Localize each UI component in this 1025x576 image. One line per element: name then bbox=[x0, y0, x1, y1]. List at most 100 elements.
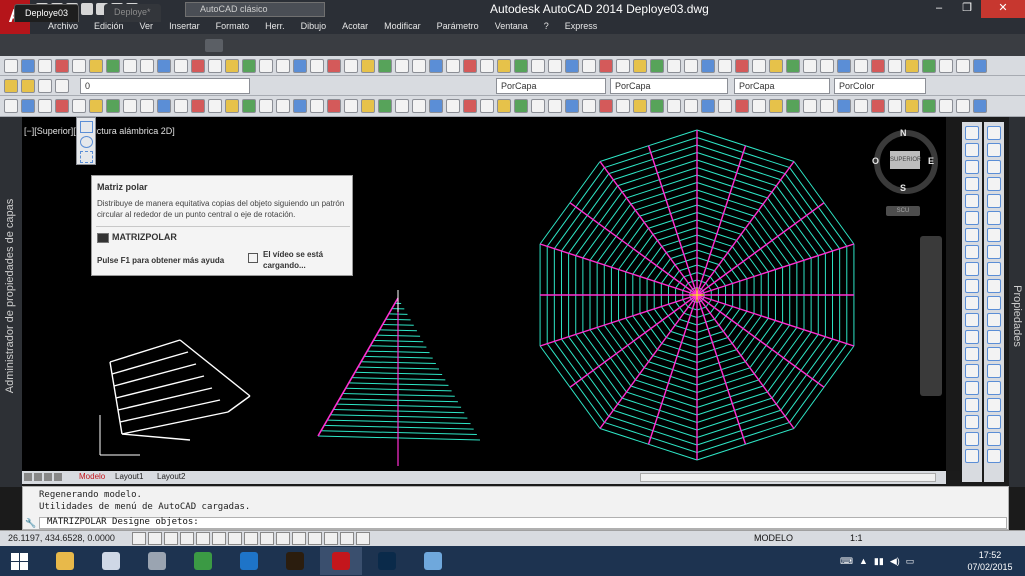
grid-icon[interactable] bbox=[164, 532, 178, 545]
menu-acotar[interactable]: Acotar bbox=[334, 20, 376, 34]
show-hidden-icons-icon[interactable]: ▲ bbox=[859, 556, 868, 566]
standard-tool-icon[interactable] bbox=[650, 59, 664, 73]
standard-tool-icon[interactable] bbox=[412, 59, 426, 73]
standard-tool-icon[interactable] bbox=[55, 59, 69, 73]
infer-constraints-icon[interactable] bbox=[132, 532, 146, 545]
standard-tool-icon[interactable] bbox=[718, 59, 732, 73]
draw-side-tool-icon[interactable] bbox=[987, 143, 1001, 157]
illustrator-icon[interactable] bbox=[274, 547, 316, 575]
draw-tool-icon[interactable] bbox=[803, 99, 817, 113]
draw-side-tool-icon[interactable] bbox=[987, 398, 1001, 412]
notepad-icon[interactable] bbox=[90, 547, 132, 575]
close-icon[interactable]: ✕ bbox=[981, 0, 1025, 18]
draw-tool-icon[interactable] bbox=[327, 99, 341, 113]
draw-side-tool-icon[interactable] bbox=[987, 330, 1001, 344]
snap-icon[interactable] bbox=[148, 532, 162, 545]
modify-side-tool-icon[interactable] bbox=[965, 211, 979, 225]
standard-tool-icon[interactable] bbox=[973, 59, 987, 73]
navigation-bar[interactable] bbox=[920, 236, 942, 396]
standard-tool-icon[interactable] bbox=[752, 59, 766, 73]
windows-start-icon[interactable] bbox=[0, 546, 38, 576]
draw-tool-icon[interactable] bbox=[191, 99, 205, 113]
standard-tool-icon[interactable] bbox=[21, 59, 35, 73]
menu-herr[interactable]: Herr. bbox=[257, 20, 293, 34]
standard-tool-icon[interactable] bbox=[395, 59, 409, 73]
new-tab-button[interactable] bbox=[205, 39, 223, 52]
draw-tool-icon[interactable] bbox=[21, 99, 35, 113]
draw-tool-icon[interactable] bbox=[922, 99, 936, 113]
standard-tool-icon[interactable] bbox=[191, 59, 205, 73]
draw-tool-icon[interactable] bbox=[310, 99, 324, 113]
standard-tool-icon[interactable] bbox=[208, 59, 222, 73]
annotation-monitor-icon[interactable] bbox=[356, 532, 370, 545]
tab-layout2[interactable]: Layout2 bbox=[152, 471, 190, 484]
standard-tool-icon[interactable] bbox=[854, 59, 868, 73]
polar-icon[interactable] bbox=[196, 532, 210, 545]
tab-deploye03[interactable]: Deploye03 bbox=[14, 4, 80, 22]
rectangular-array-icon[interactable] bbox=[80, 121, 93, 133]
draw-tool-icon[interactable] bbox=[786, 99, 800, 113]
last-layout-icon[interactable] bbox=[54, 473, 62, 481]
draw-tool-icon[interactable] bbox=[344, 99, 358, 113]
standard-tool-icon[interactable] bbox=[548, 59, 562, 73]
menu-parametro[interactable]: Parámetro bbox=[429, 20, 487, 34]
modify-side-tool-icon[interactable] bbox=[965, 262, 979, 276]
draw-tool-icon[interactable] bbox=[208, 99, 222, 113]
coordinates-readout[interactable]: 26.1197, 434.6528, 0.0000 bbox=[8, 533, 115, 543]
draw-side-tool-icon[interactable] bbox=[987, 449, 1001, 463]
draw-tool-icon[interactable] bbox=[565, 99, 579, 113]
modify-side-tool-icon[interactable] bbox=[965, 330, 979, 344]
first-layout-icon[interactable] bbox=[24, 473, 32, 481]
layer-freeze-icon[interactable] bbox=[55, 79, 69, 93]
draw-side-tool-icon[interactable] bbox=[987, 364, 1001, 378]
draw-side-tool-icon[interactable] bbox=[987, 415, 1001, 429]
standard-tool-icon[interactable] bbox=[327, 59, 341, 73]
annotation-scale[interactable]: 1:1 bbox=[850, 533, 863, 543]
modify-side-tool-icon[interactable] bbox=[965, 449, 979, 463]
standard-tool-icon[interactable] bbox=[4, 59, 18, 73]
draw-tool-icon[interactable] bbox=[429, 99, 443, 113]
paint-icon[interactable] bbox=[412, 547, 454, 575]
drawing-canvas[interactable] bbox=[22, 117, 946, 471]
draw-tool-icon[interactable] bbox=[4, 99, 18, 113]
modify-side-tool-icon[interactable] bbox=[965, 177, 979, 191]
draw-tool-icon[interactable] bbox=[157, 99, 171, 113]
battery-icon[interactable]: ▭ bbox=[906, 556, 915, 567]
standard-tool-icon[interactable] bbox=[956, 59, 970, 73]
draw-tool-icon[interactable] bbox=[89, 99, 103, 113]
draw-tool-icon[interactable] bbox=[38, 99, 52, 113]
menu-modificar[interactable]: Modificar bbox=[376, 20, 429, 34]
viewcube-east[interactable]: E bbox=[928, 156, 934, 166]
lineweight-dropdown[interactable]: PorCapa bbox=[734, 78, 830, 94]
standard-tool-icon[interactable] bbox=[667, 59, 681, 73]
draw-side-tool-icon[interactable] bbox=[987, 177, 1001, 191]
draw-tool-icon[interactable] bbox=[701, 99, 715, 113]
draw-side-tool-icon[interactable] bbox=[987, 381, 1001, 395]
menu-dibujo[interactable]: Dibujo bbox=[293, 20, 335, 34]
chrome-icon[interactable] bbox=[182, 547, 224, 575]
modify-side-tool-icon[interactable] bbox=[965, 126, 979, 140]
draw-tool-icon[interactable] bbox=[361, 99, 375, 113]
layer-state-icon[interactable] bbox=[21, 79, 35, 93]
viewcube-face[interactable]: SUPERIOR bbox=[890, 151, 921, 169]
vertical-scrollbar[interactable] bbox=[946, 117, 960, 471]
prev-layout-icon[interactable] bbox=[34, 473, 42, 481]
layer-manager-icon[interactable] bbox=[4, 79, 18, 93]
viewcube-south[interactable]: S bbox=[900, 183, 906, 193]
menu-insertar[interactable]: Insertar bbox=[161, 20, 208, 34]
standard-tool-icon[interactable] bbox=[837, 59, 851, 73]
standard-tool-icon[interactable] bbox=[429, 59, 443, 73]
menu-express[interactable]: Express bbox=[557, 20, 606, 34]
osnap-icon[interactable] bbox=[212, 532, 226, 545]
standard-tool-icon[interactable] bbox=[72, 59, 86, 73]
standard-tool-icon[interactable] bbox=[89, 59, 103, 73]
standard-tool-icon[interactable] bbox=[361, 59, 375, 73]
standard-tool-icon[interactable] bbox=[599, 59, 613, 73]
draw-side-tool-icon[interactable] bbox=[987, 279, 1001, 293]
standard-tool-icon[interactable] bbox=[259, 59, 273, 73]
internet-explorer-icon[interactable] bbox=[228, 547, 270, 575]
draw-tool-icon[interactable] bbox=[395, 99, 409, 113]
standard-tool-icon[interactable] bbox=[123, 59, 137, 73]
modify-side-tool-icon[interactable] bbox=[965, 228, 979, 242]
modify-side-tool-icon[interactable] bbox=[965, 194, 979, 208]
